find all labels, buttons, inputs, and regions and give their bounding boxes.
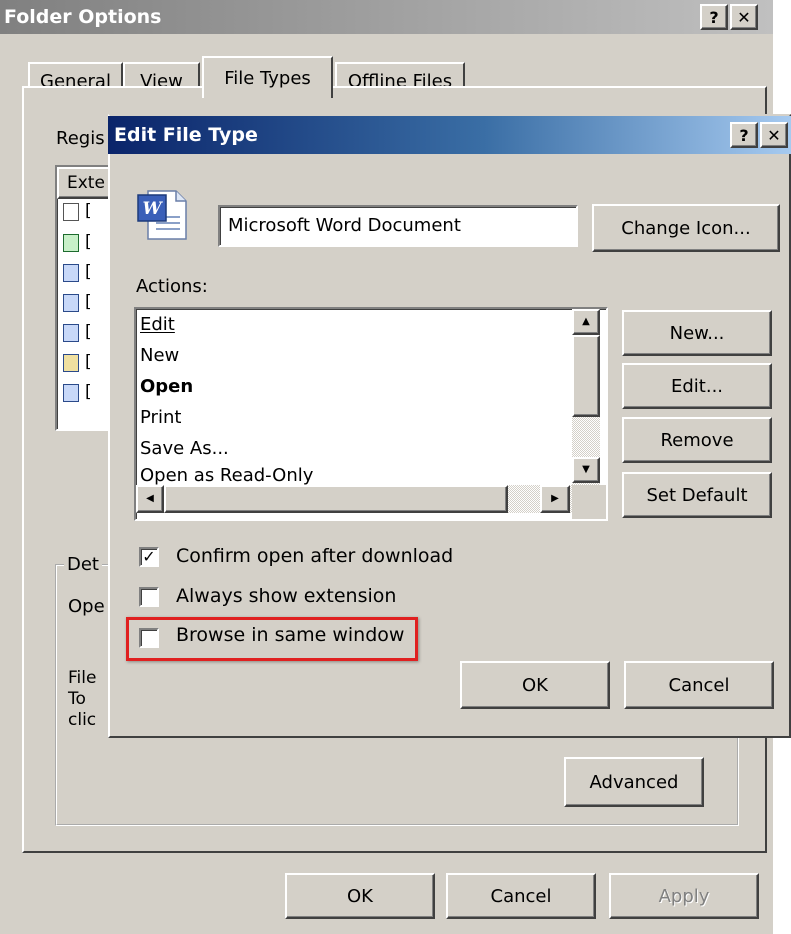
word-document-icon [63,264,79,282]
always-show-extension-label: Always show extension [176,585,397,607]
vertical-scroll-thumb[interactable] [572,335,600,417]
confirm-open-label: Confirm open after download [176,545,454,567]
list-item[interactable]: [ [63,322,92,342]
actions-list[interactable]: Edit New Open Print Save As... Open as R… [134,307,608,521]
edit-file-type-title: Edit File Type [114,124,258,146]
folder-options-ok-button[interactable]: OK [285,873,435,919]
edit-file-type-titlebar: Edit File Type [108,116,791,154]
change-icon-button[interactable]: Change Icon... [592,204,780,252]
new-action-button[interactable]: New... [622,310,772,356]
details-group-label: Det [64,554,102,575]
arrow-right-icon[interactable]: ▶ [540,485,570,513]
word-document-icon [63,384,79,402]
browse-same-window-label: Browse in same window [176,624,405,646]
action-item-new[interactable]: New [136,340,572,371]
dialog-close-button[interactable]: ✕ [760,122,788,148]
tab-file-types[interactable]: File Types [202,56,333,98]
file-type-description-field[interactable]: Microsoft Word Document [218,205,578,247]
arrow-left-icon[interactable]: ◀ [136,485,164,513]
list-item[interactable]: [ [63,201,92,221]
text-document-icon [63,203,79,221]
word-document-icon [63,324,79,342]
spreadsheet-document-icon [63,234,79,252]
scrollbar-corner [572,485,606,519]
actions-list-viewport: Edit New Open Print Save As... Open as R… [136,309,572,491]
arrow-up-icon[interactable]: ▲ [572,309,600,335]
checkmark-icon: ✓ [142,547,156,566]
close-icon: ✕ [767,125,781,145]
always-show-extension-checkbox[interactable] [139,587,159,607]
remove-action-button[interactable]: Remove [622,417,772,463]
list-item[interactable]: [ [63,262,92,282]
dialog-cancel-button[interactable]: Cancel [624,661,774,709]
advanced-button[interactable]: Advanced [564,757,704,807]
svg-text:W: W [142,199,163,219]
folder-options-apply-button: Apply [609,873,759,919]
edit-action-button[interactable]: Edit... [622,363,772,409]
actions-vertical-scrollbar[interactable]: ▲ ▼ [572,309,600,491]
word-template-icon [63,354,79,372]
folder-options-titlebar: Folder Options [0,0,773,34]
actions-horizontal-scrollbar[interactable]: ◀ ▶ [136,485,572,513]
horizontal-scroll-thumb[interactable] [164,485,508,513]
list-item[interactable]: [ [63,232,92,252]
close-icon: ✕ [737,7,751,27]
folder-options-close-button[interactable]: ✕ [730,4,758,30]
list-item[interactable]: [ [63,352,92,372]
extensions-column-header[interactable]: Exte [57,167,113,199]
opens-with-label: Ope [68,596,105,617]
folder-options-help-button[interactable]: ? [700,4,728,30]
details-text-line-1: File [68,668,97,688]
folder-options-cancel-button[interactable]: Cancel [446,873,596,919]
action-item-edit[interactable]: Edit [136,309,572,340]
details-text-line-3: clic [68,710,97,730]
browse-same-window-checkbox[interactable] [139,628,159,648]
list-item[interactable]: [ [63,292,92,312]
details-text-line-2: To [68,689,86,709]
dialog-help-button[interactable]: ? [730,122,758,148]
arrow-down-icon[interactable]: ▼ [572,457,600,483]
dialog-ok-button[interactable]: OK [460,661,610,709]
confirm-open-checkbox[interactable]: ✓ [139,547,159,567]
registered-file-types-label: Regis [56,128,105,149]
list-item[interactable]: [ [63,382,92,402]
set-default-button[interactable]: Set Default [622,472,772,518]
folder-options-title: Folder Options [4,6,162,28]
file-types-list[interactable]: Exte [ [ [ [ [ [ [ [55,165,115,431]
word-document-icon: W [136,189,190,241]
action-item-print[interactable]: Print [136,402,572,433]
actions-label: Actions: [136,276,208,297]
action-item-open[interactable]: Open [136,371,572,402]
word-document-icon [63,294,79,312]
